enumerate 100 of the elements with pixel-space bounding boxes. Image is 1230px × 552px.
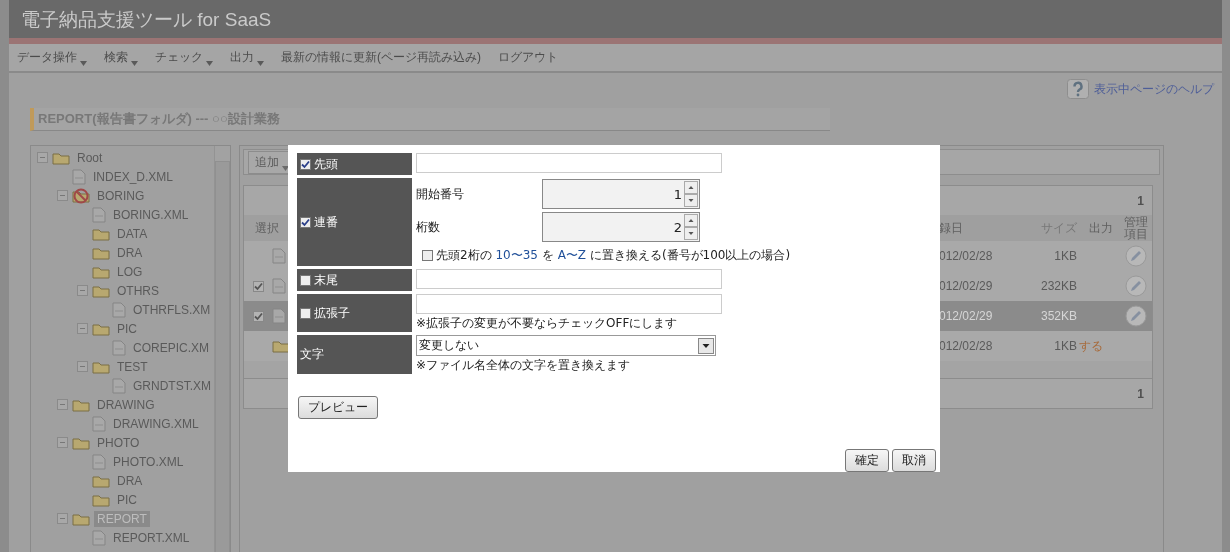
help-link[interactable]: 表示中ページのヘルプ xyxy=(1094,80,1214,98)
collapse-icon[interactable] xyxy=(37,152,48,163)
pencil-icon[interactable] xyxy=(1124,275,1147,297)
collapse-icon[interactable] xyxy=(77,285,88,296)
tree-item[interactable]: PIC xyxy=(114,491,140,508)
tree-item[interactable]: REPORT.XML xyxy=(110,529,193,546)
pencil-icon[interactable] xyxy=(1124,305,1147,327)
page-number[interactable]: 1 xyxy=(1137,386,1144,401)
option-label: 先頭2桁の 10〜35 を A〜Z に置き換える(番号が100以上の場合) xyxy=(436,247,791,264)
folder-icon xyxy=(92,473,110,488)
checkbox[interactable] xyxy=(422,250,433,261)
field-label: 拡張子 xyxy=(314,304,350,322)
menu-item[interactable]: ログアウト xyxy=(498,49,558,66)
menu-item[interactable]: 検索 xyxy=(104,49,138,66)
tree-item[interactable]: LOG xyxy=(114,263,146,280)
document-icon xyxy=(112,301,126,318)
menu-item[interactable]: 最新の情報に更新(ページ再読み込み) xyxy=(281,49,481,66)
table-cell-text: 012/02/29 xyxy=(939,279,994,293)
spinner-arrows-icon[interactable] xyxy=(684,181,698,207)
dropdown[interactable]: 変更しない xyxy=(416,335,716,356)
folder-icon xyxy=(272,339,290,353)
checkbox[interactable] xyxy=(300,216,311,228)
document-icon xyxy=(272,278,286,294)
document-icon xyxy=(272,308,286,324)
checkbox[interactable] xyxy=(300,307,311,319)
folder-icon xyxy=(92,492,110,507)
tree-item[interactable]: PHOTO xyxy=(94,434,143,451)
caret-icon xyxy=(131,61,138,66)
app-title: 電子納品支援ツール for SaaS xyxy=(21,8,272,32)
menu-item[interactable]: 出力 xyxy=(230,49,264,66)
pencil-icon[interactable] xyxy=(1124,245,1147,267)
text-field[interactable] xyxy=(416,294,722,314)
folder-icon xyxy=(72,435,90,450)
caret-icon xyxy=(80,61,87,66)
collapse-icon[interactable] xyxy=(57,190,68,201)
field-label: 末尾 xyxy=(314,271,338,289)
tree-item[interactable]: OTHRS xyxy=(114,282,162,299)
folder-icon xyxy=(92,264,110,279)
table-cell-text: 012/02/28 xyxy=(939,249,994,263)
column-header: 選択 xyxy=(254,219,280,237)
tree-item[interactable]: DRAWING.XML xyxy=(110,415,202,432)
tree-item[interactable]: COREPIC.XM xyxy=(130,339,212,356)
hint-text: ※拡張子の変更が不要ならチェックOFFにします xyxy=(416,315,678,332)
collapse-icon[interactable] xyxy=(57,513,68,524)
field-label: 文字 xyxy=(300,346,324,363)
caret-icon xyxy=(206,61,213,66)
preview-button[interactable]: プレビュー xyxy=(298,396,378,419)
help-icon xyxy=(1067,79,1089,99)
cancel-button[interactable]: 取消 xyxy=(892,449,936,472)
tree-item[interactable]: BORING.XML xyxy=(110,206,192,223)
tree-item[interactable]: PHOTO.XML xyxy=(110,453,187,470)
tree-item[interactable]: DRAWING xyxy=(94,396,158,413)
folder-icon xyxy=(92,283,110,298)
spinner-arrows-icon[interactable] xyxy=(684,214,698,240)
folder-icon xyxy=(92,245,110,260)
document-icon xyxy=(92,453,106,470)
scrollbar[interactable] xyxy=(214,146,230,552)
collapse-icon[interactable] xyxy=(77,323,88,334)
tree-item[interactable]: DRA xyxy=(114,244,146,261)
document-icon xyxy=(92,415,106,432)
hint-text: ※ファイル名全体の文字を置き換えます xyxy=(416,357,631,374)
tree-item[interactable]: GRNDTST.XM xyxy=(130,377,214,394)
tree-item[interactable]: OTHRFLS.XM xyxy=(130,301,214,318)
table-cell-text: 352KB xyxy=(1039,309,1078,323)
text-field[interactable] xyxy=(416,269,722,289)
tree-item[interactable]: INDEX_D.XML xyxy=(90,168,177,185)
table-cell-text: 012/02/29 xyxy=(939,309,994,323)
collapse-icon[interactable] xyxy=(77,361,88,372)
number-field[interactable]: 1 xyxy=(542,179,700,209)
tree-item[interactable]: PIC xyxy=(114,320,140,337)
folder-icon xyxy=(52,150,70,165)
prohibited-folder-icon xyxy=(72,187,90,204)
number-field[interactable]: 2 xyxy=(542,212,700,242)
caret-icon xyxy=(282,165,289,171)
caret-icon xyxy=(257,61,264,66)
document-icon xyxy=(92,529,106,546)
page-number[interactable]: 1 xyxy=(1137,193,1144,208)
tree-item[interactable]: DRA xyxy=(114,472,146,489)
checkbox[interactable] xyxy=(252,280,264,292)
collapse-icon[interactable] xyxy=(57,437,68,448)
table-cell-text: 012/02/28 xyxy=(939,339,994,353)
tree-item[interactable]: BORING xyxy=(94,187,148,204)
text-field[interactable] xyxy=(416,153,722,173)
folder-icon xyxy=(92,321,110,336)
menu-item[interactable]: データ操作 xyxy=(17,49,87,66)
collapse-icon[interactable] xyxy=(57,399,68,410)
checkbox[interactable] xyxy=(300,274,311,286)
table-cell-text: 232KB xyxy=(1039,279,1078,293)
tree-item[interactable]: TEST xyxy=(114,358,151,375)
field-label: 先頭 xyxy=(314,155,338,173)
tree-item[interactable]: DATA xyxy=(114,225,151,242)
table-cell-text: 1KB xyxy=(1053,339,1078,353)
column-header: 出力 xyxy=(1088,219,1114,237)
checkbox[interactable] xyxy=(252,310,264,322)
document-icon xyxy=(92,206,106,223)
ok-button[interactable]: 確定 xyxy=(845,449,889,472)
output-link[interactable]: する xyxy=(1079,338,1103,353)
tree-item[interactable]: Root xyxy=(74,149,106,166)
menu-item[interactable]: チェック xyxy=(155,49,213,66)
checkbox[interactable] xyxy=(300,158,311,170)
